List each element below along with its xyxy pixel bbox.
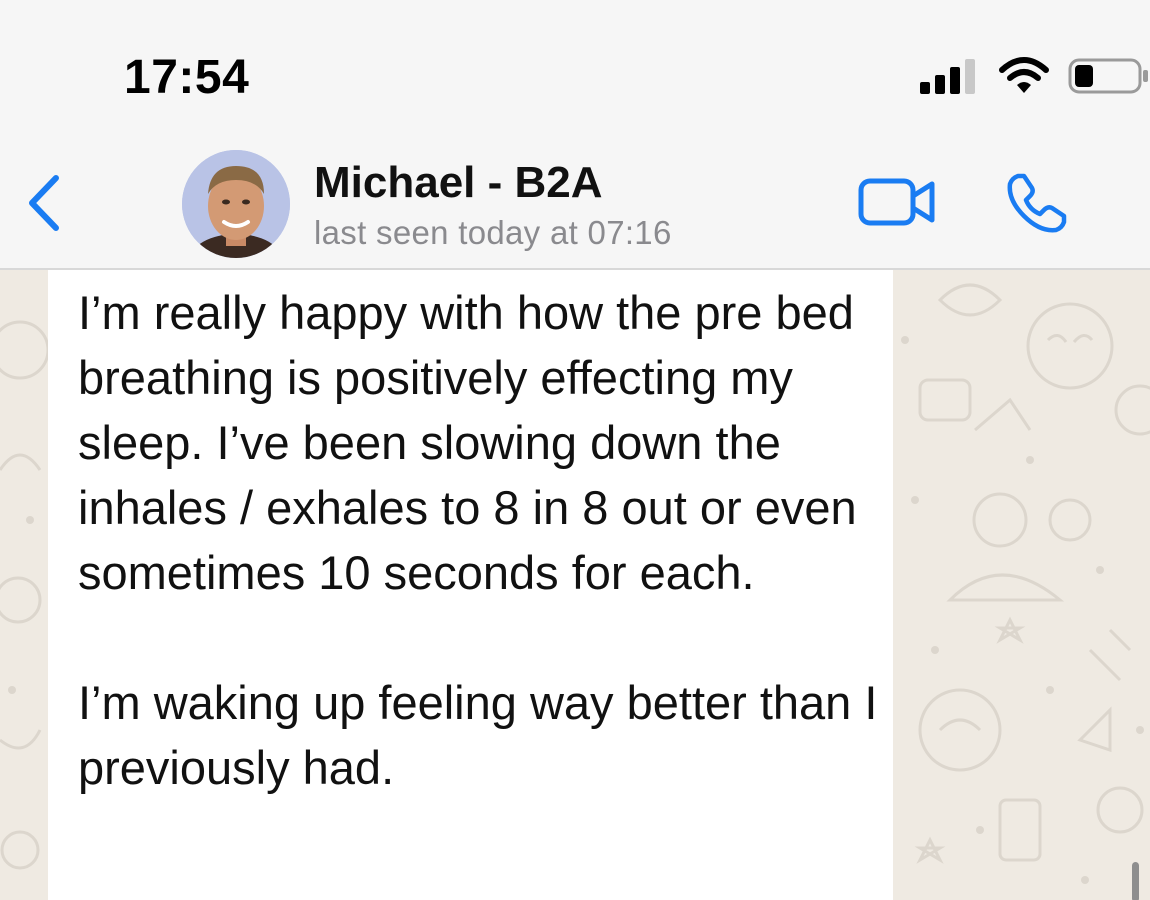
status-bar: 17:54 <box>0 0 1150 140</box>
battery-icon <box>1068 58 1148 94</box>
video-camera-icon[interactable] <box>858 176 936 228</box>
message-paragraph: I’m waking up feeling way better than I … <box>78 676 878 794</box>
last-seen-status: last seen today at 07:16 <box>314 214 672 251</box>
status-time: 17:54 <box>124 51 250 104</box>
scroll-indicator[interactable] <box>1132 862 1139 900</box>
message-paragraph: I’m really happy with how the pre bed br… <box>78 286 857 599</box>
contact-name[interactable]: Michael - B2A <box>314 158 603 208</box>
cellular-signal-icon <box>920 59 975 94</box>
phone-icon[interactable] <box>1004 170 1070 236</box>
message-text: I’m really happy with how the pre bed br… <box>78 280 878 800</box>
message-bubble[interactable]: I’m really happy with how the pre bed br… <box>48 270 893 900</box>
chat-area[interactable]: I’m really happy with how the pre bed br… <box>0 270 1150 900</box>
back-chevron-icon[interactable] <box>22 170 68 236</box>
avatar[interactable] <box>182 150 290 258</box>
wifi-icon <box>999 57 1049 93</box>
chat-header: Michael - B2A last seen today at 07:16 <box>0 140 1150 270</box>
avatar-photo <box>182 150 290 258</box>
